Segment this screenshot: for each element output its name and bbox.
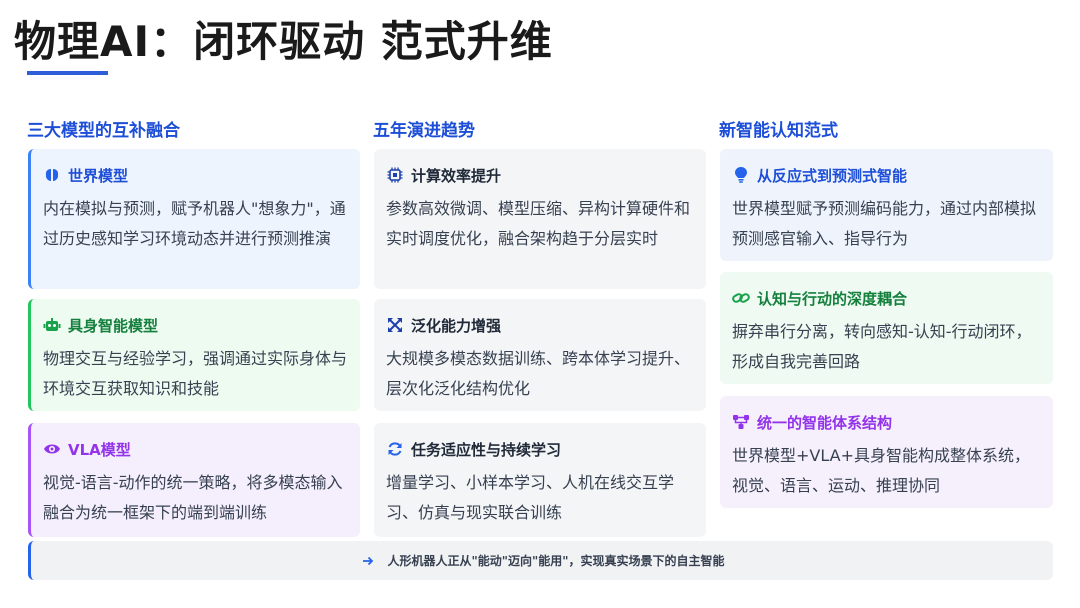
column-heading-trends: 五年演进趋势 xyxy=(373,121,475,141)
lightbulb-icon xyxy=(732,166,750,184)
card-predictive-intelligence: 从反应式到预测式智能 世界模型赋予预测编码能力，通过内部模拟预测感官输入、指导行… xyxy=(720,149,1053,261)
card-continual-learning: 任务适应性与持续学习 增量学习、小样本学习、人机在线交互学习、仿真与现实联合训练 xyxy=(374,423,706,537)
card-title: 统一的智能体系结构 xyxy=(757,413,893,432)
card-title: VLA模型 xyxy=(68,440,131,459)
card-title: 任务适应性与持续学习 xyxy=(411,440,562,459)
chip-icon xyxy=(386,166,404,184)
card-body: 世界模型+VLA+具身智能构成整体系统，视觉、语言、运动、推理协同 xyxy=(732,446,1030,495)
arrow-right-icon xyxy=(359,552,377,570)
card-body: 参数高效微调、模型压缩、异构计算硬件和实时调度优化，融合架构趋于分层实时 xyxy=(386,199,691,248)
card-generalization: 泛化能力增强 大规模多模态数据训练、跨本体学习提升、层次化泛化结构优化 xyxy=(374,299,706,411)
card-title: 泛化能力增强 xyxy=(411,316,502,335)
footer-banner: 人形机器人正从"能动"迈向"能用"，实现真实场景下的自主智能 xyxy=(28,541,1053,580)
card-cognition-action-coupling: 认知与行动的深度耦合 摒弃串行分离，转向感知-认知-行动闭环，形成自我完善回路 xyxy=(720,272,1053,384)
card-unified-architecture: 统一的智能体系结构 世界模型+VLA+具身智能构成整体系统，视觉、语言、运动、推… xyxy=(720,396,1053,508)
brain-icon xyxy=(43,166,61,184)
card-embodied-model: 具身智能模型 物理交互与经验学习，强调通过实际身体与环境交互获取知识和技能 xyxy=(28,299,360,411)
card-title: 认知与行动的深度耦合 xyxy=(757,289,908,308)
card-vla-model: VLA模型 视觉-语言-动作的统一策略，将多模态输入融合为统一框架下的端到端训练 xyxy=(28,423,360,537)
card-title: 具身智能模型 xyxy=(68,316,159,335)
card-body: 视觉-语言-动作的统一策略，将多模态输入融合为统一框架下的端到端训练 xyxy=(43,473,343,522)
card-body: 物理交互与经验学习，强调通过实际身体与环境交互获取知识和技能 xyxy=(43,349,348,398)
card-title: 计算效率提升 xyxy=(411,166,502,185)
card-title: 从反应式到预测式智能 xyxy=(757,166,908,185)
card-body: 摒弃串行分离，转向感知-认知-行动闭环，形成自我完善回路 xyxy=(732,322,1032,371)
card-body: 大规模多模态数据训练、跨本体学习提升、层次化泛化结构优化 xyxy=(386,349,691,398)
robot-icon xyxy=(43,316,61,334)
card-body: 内在模拟与预测，赋予机器人"想象力"，通过历史感知学习环境动态并进行预测推演 xyxy=(43,199,346,248)
link-icon xyxy=(732,289,750,307)
eye-icon xyxy=(43,440,61,458)
refresh-icon xyxy=(386,440,404,458)
card-title: 世界模型 xyxy=(68,166,129,185)
card-compute-efficiency: 计算效率提升 参数高效微调、模型压缩、异构计算硬件和实时调度优化，融合架构趋于分… xyxy=(374,149,706,289)
title-underline xyxy=(27,71,108,75)
card-world-model: 世界模型 内在模拟与预测，赋予机器人"想象力"，通过历史感知学习环境动态并进行预… xyxy=(28,149,360,289)
column-heading-paradigm: 新智能认知范式 xyxy=(719,121,838,141)
footer-text: 人形机器人正从"能动"迈向"能用"，实现真实场景下的自主智能 xyxy=(387,554,725,568)
column-heading-fusion: 三大模型的互补融合 xyxy=(27,121,180,141)
card-body: 世界模型赋予预测编码能力，通过内部模拟预测感官输入、指导行为 xyxy=(732,199,1037,248)
network-icon xyxy=(732,413,750,431)
page-title: 物理AI：闭环驱动 范式升维 xyxy=(14,17,553,66)
card-body: 增量学习、小样本学习、人机在线交互学习、仿真与现实联合训练 xyxy=(386,473,675,522)
expand-icon xyxy=(386,316,404,334)
